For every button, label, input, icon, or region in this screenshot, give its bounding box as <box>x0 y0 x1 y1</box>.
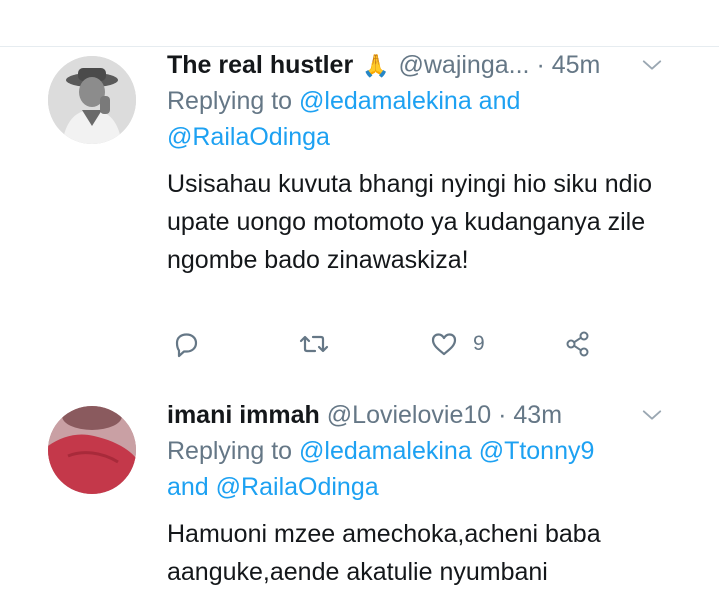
avatar-photo <box>48 56 136 144</box>
replying-prefix: Replying to <box>167 87 293 115</box>
chevron-down-icon[interactable] <box>641 404 663 426</box>
mention-link[interactable]: @ledamalekina and <box>299 87 520 115</box>
avatar[interactable] <box>48 56 136 144</box>
reply-icon <box>175 333 198 358</box>
tweet-text: Usisahau kuvuta bhangi nyingi hio siku n… <box>167 170 653 274</box>
tweet-header: imani immah @Lovielovie10 · 43m <box>167 398 687 432</box>
tweet-content: imani immah @Lovielovie10 · 43m Replying… <box>167 398 687 591</box>
tweet-content: The real hustler 🙏 @wajinga... · 45m Rep… <box>167 48 687 358</box>
reply-button[interactable] <box>171 324 201 364</box>
mention-link[interactable]: @RailaOdinga <box>167 123 330 151</box>
avatar-photo <box>48 406 136 494</box>
mention-link[interactable]: @RailaOdinga <box>216 473 379 501</box>
timestamp[interactable]: 45m <box>552 51 601 79</box>
replying-to: Replying to @ledamalekina @Ttonny9 and @… <box>167 433 687 505</box>
mention-link[interactable]: @ledamalekina <box>299 437 472 465</box>
separator-dot: · <box>498 401 507 429</box>
praying-hands-emoji: 🙏 <box>362 53 390 79</box>
separator-dot: · <box>536 51 545 79</box>
mention-and: and <box>167 473 209 501</box>
share-icon <box>566 331 589 357</box>
top-divider <box>0 46 719 47</box>
chevron-down-icon[interactable] <box>641 54 663 76</box>
replying-to: Replying to @ledamalekina and @RailaOdin… <box>167 83 687 155</box>
retweet-icon <box>299 335 329 353</box>
tweet-text: Hamuoni mzee amechoka,acheni baba aanguk… <box>167 520 601 586</box>
mention-link[interactable]: @Ttonny9 <box>479 437 595 465</box>
author-handle[interactable]: @wajinga... <box>398 51 529 79</box>
heart-icon <box>431 333 457 356</box>
replying-prefix: Replying to <box>167 437 293 465</box>
timestamp[interactable]: 43m <box>513 401 562 429</box>
author-name[interactable]: The real hustler <box>167 51 353 79</box>
share-button[interactable] <box>563 324 593 364</box>
author-handle[interactable]: @Lovielovie10 <box>327 401 491 429</box>
tweet-actions: 9 <box>167 324 687 364</box>
author-name[interactable]: imani immah <box>167 401 320 429</box>
like-count: 9 <box>473 332 485 355</box>
retweet-button[interactable] <box>299 324 329 364</box>
like-button[interactable]: 9 <box>429 324 485 364</box>
avatar[interactable] <box>48 406 136 494</box>
tweet-header: The real hustler 🙏 @wajinga... · 45m <box>167 48 687 82</box>
